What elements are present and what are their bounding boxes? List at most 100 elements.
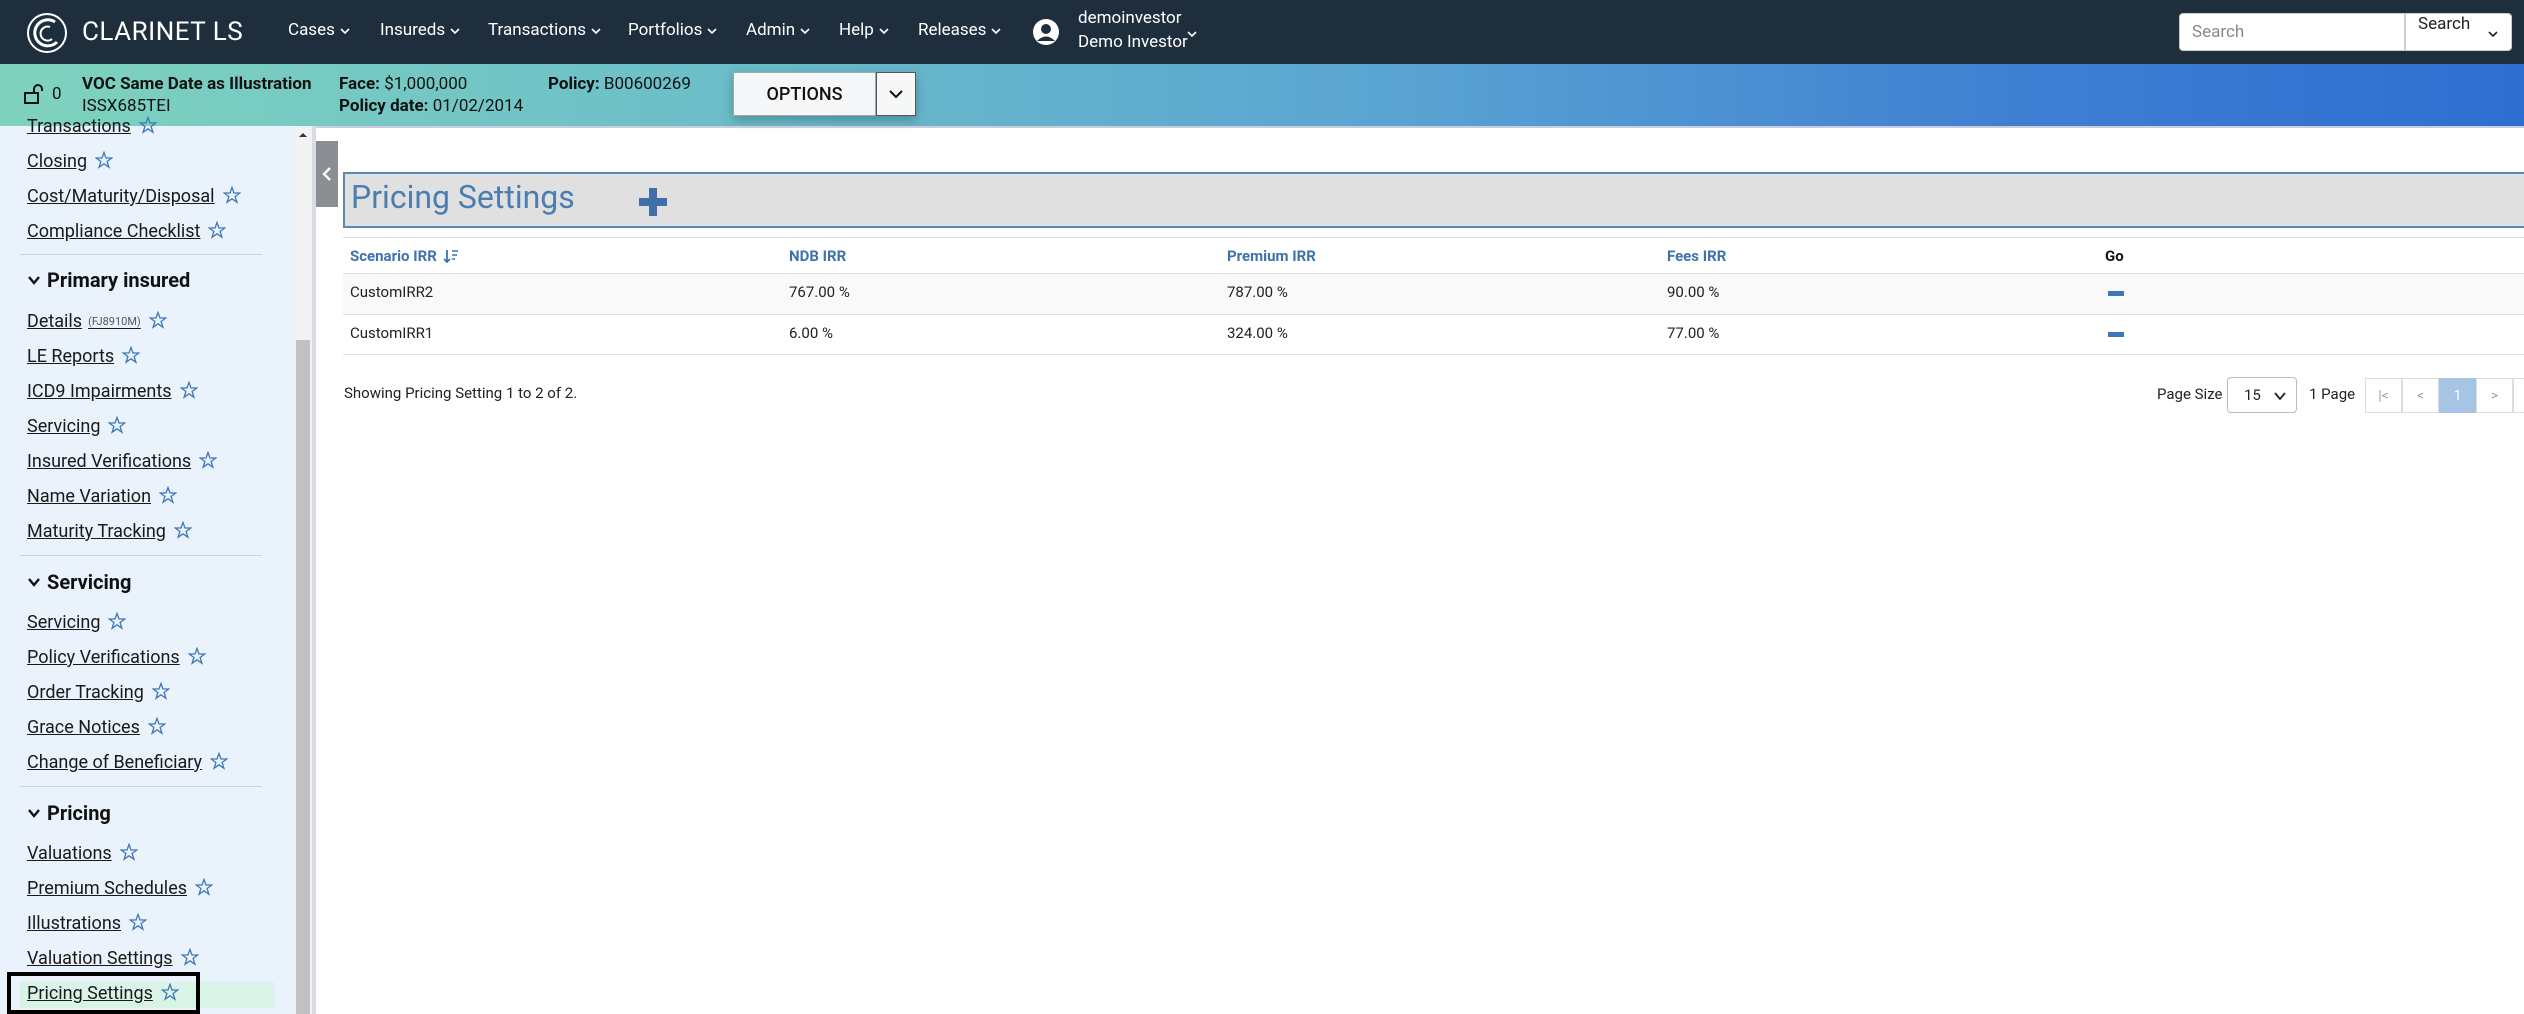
star-icon[interactable] xyxy=(173,521,192,539)
sidebar-item-illustrations[interactable]: Illustrations xyxy=(27,913,148,934)
star-icon[interactable] xyxy=(222,186,241,204)
star-icon[interactable] xyxy=(148,311,167,329)
face-field: Face: $1,000,000 xyxy=(339,74,467,94)
plus-icon[interactable] xyxy=(637,186,669,218)
star-icon[interactable] xyxy=(180,948,199,966)
nav-portfolios[interactable]: Portfolios xyxy=(628,20,718,40)
star-icon[interactable] xyxy=(195,878,214,896)
sidebar-item-le-reports[interactable]: LE Reports xyxy=(27,346,141,367)
sidebar-item-icd9-impairments[interactable]: ICD9 Impairments xyxy=(27,381,198,402)
sidebar-item-label: Insured Verifications xyxy=(27,451,192,472)
top-navbar: CLARINET LS Cases Insureds Transactions … xyxy=(0,0,2524,64)
search-input[interactable] xyxy=(2179,13,2405,51)
sidebar-section-servicing[interactable]: Servicing xyxy=(27,570,131,594)
sidebar-item-label: Change of Beneficiary xyxy=(27,752,203,773)
sidebar-item-name-variation[interactable]: Name Variation xyxy=(27,486,178,507)
star-icon[interactable] xyxy=(151,682,170,700)
nav-cases[interactable]: Cases xyxy=(288,20,351,40)
star-icon[interactable] xyxy=(187,647,206,665)
prev-page-button[interactable]: < xyxy=(2402,378,2439,413)
last-page-button[interactable]: >| xyxy=(2513,378,2524,413)
lock-open-icon[interactable] xyxy=(22,83,44,105)
star-icon[interactable] xyxy=(199,451,218,469)
sidebar-item-servicing[interactable]: Servicing xyxy=(27,612,127,633)
nav-insureds-label: Insureds xyxy=(380,20,446,40)
sidebar-item-premium-schedules[interactable]: Premium Schedules xyxy=(27,878,214,899)
star-icon[interactable] xyxy=(119,843,138,861)
sidebar-item-transactions[interactable]: Transactions xyxy=(27,116,157,137)
star-icon[interactable] xyxy=(108,612,127,630)
nav-transactions[interactable]: Transactions xyxy=(488,20,602,40)
sidebar-collapse-button[interactable] xyxy=(316,141,338,207)
nav-portfolios-label: Portfolios xyxy=(628,20,703,40)
sidebar-item-label: Maturity Tracking xyxy=(27,521,166,542)
sidebar-section-pricing[interactable]: Pricing xyxy=(27,801,111,825)
chevron-down-icon[interactable] xyxy=(1186,28,1198,40)
star-icon[interactable] xyxy=(108,416,127,434)
star-icon[interactable] xyxy=(160,983,179,1001)
star-icon[interactable] xyxy=(138,116,157,134)
minus-icon[interactable] xyxy=(2108,291,2124,296)
star-icon[interactable] xyxy=(129,913,148,931)
star-icon[interactable] xyxy=(210,752,229,770)
sidebar-item-valuation-settings[interactable]: Valuation Settings xyxy=(27,948,199,969)
sidebar-item-policy-verifications[interactable]: Policy Verifications xyxy=(27,647,206,668)
column-header-scenario-irr[interactable]: Scenario IRR xyxy=(350,247,459,265)
cell-ndb-irr: 767.00 % xyxy=(789,283,850,301)
user-circle-icon[interactable] xyxy=(1032,18,1060,46)
sidebar-section-primary-insured[interactable]: Primary insured xyxy=(27,268,190,292)
nav-releases[interactable]: Releases xyxy=(918,20,1002,40)
sidebar-item-cost-maturity-disposal[interactable]: Cost/Maturity/Disposal xyxy=(27,186,241,207)
nav-admin[interactable]: Admin xyxy=(746,20,811,40)
sidebar-item-details[interactable]: Details (FJ8910M) xyxy=(27,311,167,332)
nav-insureds[interactable]: Insureds xyxy=(380,20,461,40)
sidebar-item-change-of-beneficiary[interactable]: Change of Beneficiary xyxy=(27,752,229,773)
table-summary: Showing Pricing Setting 1 to 2 of 2. xyxy=(344,384,578,402)
user-role[interactable]: Demo Investor xyxy=(1078,32,1188,52)
nav-help[interactable]: Help xyxy=(839,20,890,40)
case-id: ISSX685TEI xyxy=(82,96,171,116)
chevron-down-icon xyxy=(591,27,601,34)
star-icon[interactable] xyxy=(208,221,227,239)
table-row[interactable] xyxy=(343,274,2524,314)
first-page-button[interactable]: |< xyxy=(2365,378,2402,413)
chevron-down-icon xyxy=(800,27,810,34)
options-toggle[interactable] xyxy=(876,72,916,116)
minus-icon[interactable] xyxy=(2108,332,2124,337)
column-header-premium-irr[interactable]: Premium IRR xyxy=(1227,247,1316,265)
nav-releases-label: Releases xyxy=(918,20,987,40)
nav-transactions-label: Transactions xyxy=(488,20,587,40)
page-size-select[interactable]: 15 xyxy=(2227,377,2297,413)
sidebar-item-grace-notices[interactable]: Grace Notices xyxy=(27,717,166,738)
sidebar-item-maturity-tracking[interactable]: Maturity Tracking xyxy=(27,521,192,542)
sidebar-item-insured-verifications[interactable]: Insured Verifications xyxy=(27,451,218,472)
scroll-up-arrow-icon[interactable] xyxy=(298,130,308,140)
options-button[interactable]: OPTIONS xyxy=(733,72,876,116)
sidebar-item-valuations[interactable]: Valuations xyxy=(27,843,138,864)
nav-cases-label: Cases xyxy=(288,20,335,40)
sidebar-scroll-thumb[interactable] xyxy=(296,340,310,1014)
current-page-button[interactable]: 1 xyxy=(2439,378,2476,413)
column-header-ndb-irr[interactable]: NDB IRR xyxy=(789,247,846,265)
star-icon[interactable] xyxy=(147,717,166,735)
sort-icon[interactable] xyxy=(443,248,459,264)
sidebar-item-label: LE Reports xyxy=(27,346,115,367)
user-name[interactable]: demoinvestor xyxy=(1078,8,1182,28)
sidebar-item-pricing-settings[interactable]: Pricing Settings xyxy=(27,983,179,1004)
star-icon[interactable] xyxy=(95,151,114,169)
sidebar-item-compliance-checklist[interactable]: Compliance Checklist xyxy=(27,221,227,242)
star-icon[interactable] xyxy=(122,346,141,364)
sidebar-item-label: Details xyxy=(27,311,83,332)
column-header-fees-irr[interactable]: Fees IRR xyxy=(1667,247,1726,265)
logo-icon[interactable] xyxy=(26,12,68,54)
star-icon[interactable] xyxy=(159,486,178,504)
search-button-label: Search xyxy=(2418,14,2471,34)
brand-name[interactable]: CLARINET LS xyxy=(82,17,243,47)
search-button[interactable]: Search xyxy=(2405,13,2512,51)
sidebar-item-order-tracking[interactable]: Order Tracking xyxy=(27,682,170,703)
sidebar-item-label: Policy Verifications xyxy=(27,647,180,668)
sidebar-item-insured-servicing[interactable]: Servicing xyxy=(27,416,127,437)
sidebar-item-closing[interactable]: Closing xyxy=(27,151,114,172)
star-icon[interactable] xyxy=(179,381,198,399)
next-page-button[interactable]: > xyxy=(2476,378,2513,413)
